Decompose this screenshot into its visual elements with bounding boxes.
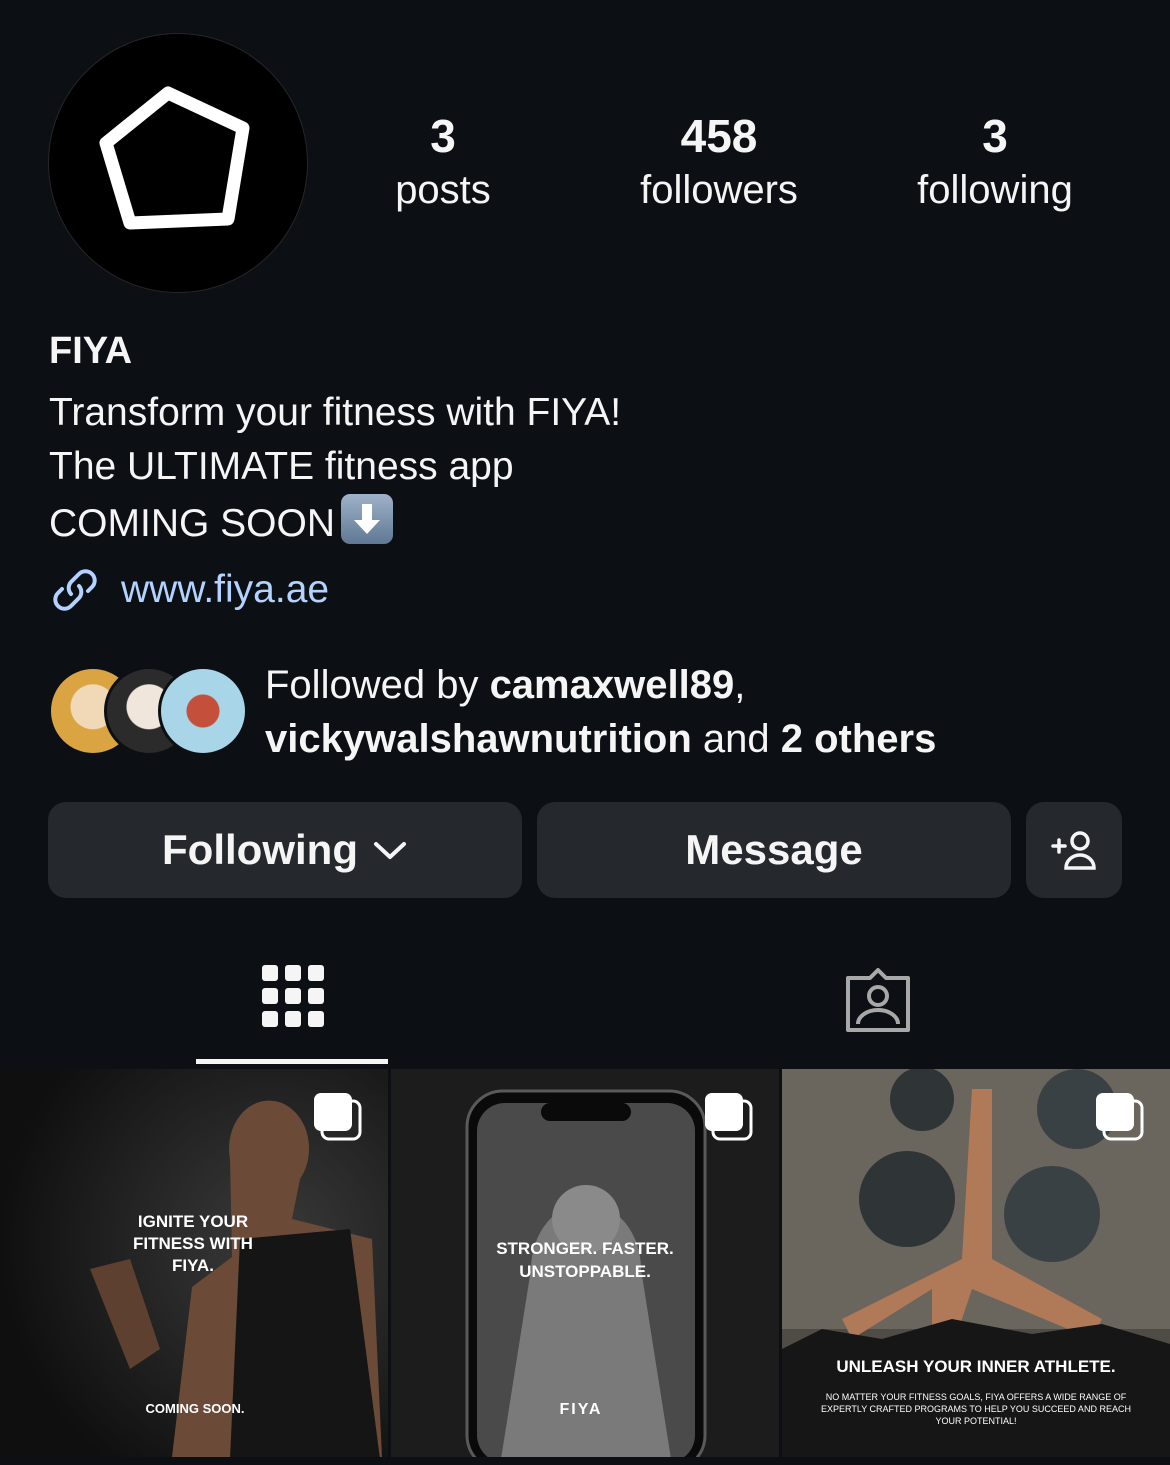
post-headline: FITNESS WITH [133,1234,253,1253]
following-count[interactable]: 3 following [885,108,1105,216]
post-footer: COMING SOON. [145,1401,245,1416]
avatar [158,666,248,756]
bio-line: COMING SOON [49,502,336,545]
mutual-user[interactable]: vickywalshawnutrition [265,717,692,761]
followers-value: 458 [680,110,758,162]
followers-count[interactable]: 458 followers [609,108,829,216]
pentagon-logo-icon [99,86,250,230]
bio-line: The ULTIMATE fitness app [49,445,514,488]
posts-value: 3 [430,110,456,162]
active-tab-indicator [196,1059,388,1064]
profile-bio: Transform your fitness with FIYA! The UL… [49,386,621,551]
post-headline: FIYA. [172,1256,214,1275]
suggested-users-button[interactable] [1026,802,1122,898]
post-headline: STRONGER. FASTER. [496,1239,674,1258]
mutual-others[interactable]: 2 others [781,717,937,761]
carousel-icon [1096,1093,1144,1141]
following-label: following [917,168,1073,212]
post-thumbnail[interactable]: STRONGER. FASTER. UNSTOPPABLE. FIYA [391,1069,779,1457]
following-button-label: Following [162,826,358,873]
add-person-icon [1051,831,1096,870]
grid-icon [262,965,324,1027]
post-headline: UNLEASH YOUR INNER ATHLETE. [836,1357,1116,1376]
following-button[interactable]: Following [48,802,522,898]
post-thumbnail[interactable]: UNLEASH YOUR INNER ATHLETE. NO MATTER YO… [782,1069,1170,1457]
post-footer: FIYA [559,1401,603,1418]
post-headline: UNSTOPPABLE. [519,1262,651,1281]
followers-label: followers [640,168,798,212]
followed-by-prefix: Followed by [265,663,490,707]
post-footer: NO MATTER YOUR FITNESS GOALS, FIYA OFFER… [821,1392,1131,1426]
profile-name: FIYA [49,330,133,372]
chevron-down-icon [373,842,406,859]
carousel-icon [705,1093,753,1141]
tab-tagged[interactable] [844,966,912,1039]
tab-posts-grid[interactable] [262,965,324,1032]
mutual-user[interactable]: camaxwell89 [490,663,735,707]
following-value: 3 [982,110,1008,162]
followed-by-and: and [691,717,781,761]
separator: , [734,663,746,707]
profile-avatar[interactable] [48,33,308,293]
carousel-icon [314,1093,362,1141]
message-button[interactable]: Message [537,802,1011,898]
posts-label: posts [395,168,491,212]
link-text[interactable]: www.fiya.ae [121,568,329,612]
post-thumbnail[interactable]: IGNITE YOUR FITNESS WITH FIYA. COMING SO… [0,1069,388,1457]
bio-line-coming-soon: COMING SOON [49,494,621,551]
message-button-label: Message [685,826,863,873]
profile-link[interactable]: www.fiya.ae [49,564,329,616]
down-arrow-emoji-icon [341,494,394,544]
mutual-followers-avatars[interactable] [48,666,248,756]
tagged-person-icon [846,968,910,1032]
post-headline: IGNITE YOUR [137,1212,249,1231]
bio-line: Transform your fitness with FIYA! [49,391,622,434]
link-icon [53,569,97,611]
followed-by-text[interactable]: Followed by camaxwell89, vickywalshawnut… [265,658,936,766]
posts-count[interactable]: 3 posts [333,108,553,216]
